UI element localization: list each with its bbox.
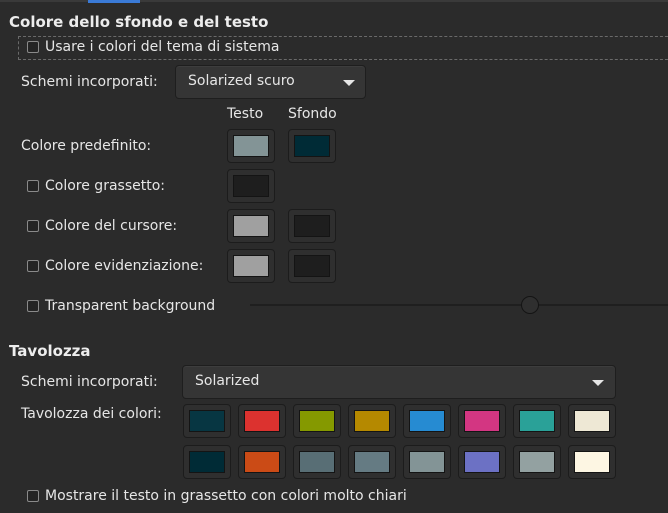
cursor-text-color-swatch xyxy=(233,215,269,237)
palette-color-swatch xyxy=(574,410,610,432)
active-tab-indicator xyxy=(88,0,140,3)
palette-schemes-label: Schemi incorporati: xyxy=(21,374,158,390)
cursor-bg-color-button[interactable] xyxy=(288,209,336,243)
bold-color-label[interactable]: Colore grassetto: xyxy=(45,178,165,194)
chevron-down-icon xyxy=(343,80,355,86)
palette-color-button-4[interactable] xyxy=(403,404,451,438)
column-text-header: Testo xyxy=(227,106,264,122)
palette-color-button-5[interactable] xyxy=(458,404,506,438)
palette-color-swatch xyxy=(574,451,610,473)
highlight-text-color-button[interactable] xyxy=(227,249,275,283)
palette-color-swatch xyxy=(409,410,445,432)
builtin-schemes-label: Schemi incorporati: xyxy=(21,74,158,90)
palette-color-swatch xyxy=(189,410,225,432)
palette-color-swatch xyxy=(189,451,225,473)
palette-color-swatch xyxy=(354,410,390,432)
palette-color-button-2[interactable] xyxy=(293,404,341,438)
highlight-color-label[interactable]: Colore evidenziazione: xyxy=(45,258,203,274)
bold-color-checkbox[interactable] xyxy=(27,180,39,192)
highlight-text-color-swatch xyxy=(233,255,269,277)
bold-bright-checkbox[interactable] xyxy=(27,490,39,502)
transparency-slider-track[interactable] xyxy=(250,304,668,306)
palette-color-button-8[interactable] xyxy=(183,445,231,479)
palette-color-button-3[interactable] xyxy=(348,404,396,438)
transparent-bg-label[interactable]: Transparent background xyxy=(45,298,215,314)
palette-color-swatch xyxy=(299,451,335,473)
palette-schemes-value: Solarized xyxy=(195,373,260,389)
palette-color-button-13[interactable] xyxy=(458,445,506,479)
default-text-color-button[interactable] xyxy=(227,129,275,163)
palette-schemes-combo[interactable]: Solarized xyxy=(182,365,616,399)
cursor-color-label[interactable]: Colore del cursore: xyxy=(45,218,177,234)
default-bg-color-swatch xyxy=(294,135,330,157)
palette-color-swatch xyxy=(299,410,335,432)
palette-color-button-10[interactable] xyxy=(293,445,341,479)
palette-color-button-7[interactable] xyxy=(568,404,616,438)
highlight-bg-color-swatch xyxy=(294,255,330,277)
default-text-color-swatch xyxy=(233,135,269,157)
palette-colors-label: Tavolozza dei colori: xyxy=(21,406,162,422)
highlight-color-checkbox[interactable] xyxy=(27,260,39,272)
palette-color-button-6[interactable] xyxy=(513,404,561,438)
transparency-slider-handle[interactable] xyxy=(521,296,540,314)
palette-color-button-15[interactable] xyxy=(568,445,616,479)
column-background-header: Sfondo xyxy=(288,106,337,122)
palette-color-button-0[interactable] xyxy=(183,404,231,438)
cursor-color-checkbox[interactable] xyxy=(27,220,39,232)
palette-color-button-11[interactable] xyxy=(348,445,396,479)
palette-color-swatch xyxy=(244,451,280,473)
palette-color-swatch xyxy=(464,451,500,473)
builtin-schemes-combo[interactable]: Solarized scuro xyxy=(175,65,366,99)
bold-color-swatch xyxy=(233,175,269,197)
palette-color-swatch xyxy=(519,451,555,473)
default-bg-color-button[interactable] xyxy=(288,129,336,163)
palette-color-swatch xyxy=(519,410,555,432)
bold-color-button[interactable] xyxy=(227,169,275,203)
palette-color-swatch xyxy=(354,451,390,473)
palette-color-swatch xyxy=(409,451,445,473)
section-title-palette: Tavolozza xyxy=(9,342,91,360)
cursor-text-color-button[interactable] xyxy=(227,209,275,243)
section-title-colors: Colore dello sfondo e del testo xyxy=(9,13,269,31)
palette-color-swatch xyxy=(244,410,280,432)
use-system-theme-label[interactable]: Usare i colori del tema di sistema xyxy=(45,39,279,55)
palette-color-button-9[interactable] xyxy=(238,445,286,479)
palette-color-swatch xyxy=(464,410,500,432)
cursor-bg-color-swatch xyxy=(294,215,330,237)
use-system-theme-checkbox[interactable] xyxy=(27,41,39,53)
transparent-bg-checkbox[interactable] xyxy=(27,300,39,312)
palette-color-button-14[interactable] xyxy=(513,445,561,479)
palette-color-button-1[interactable] xyxy=(238,404,286,438)
palette-color-button-12[interactable] xyxy=(403,445,451,479)
highlight-bg-color-button[interactable] xyxy=(288,249,336,283)
default-color-label: Colore predefinito: xyxy=(21,138,152,154)
bold-bright-label[interactable]: Mostrare il testo in grassetto con color… xyxy=(45,488,407,504)
builtin-schemes-value: Solarized scuro xyxy=(188,73,295,89)
chevron-down-icon xyxy=(592,380,604,386)
